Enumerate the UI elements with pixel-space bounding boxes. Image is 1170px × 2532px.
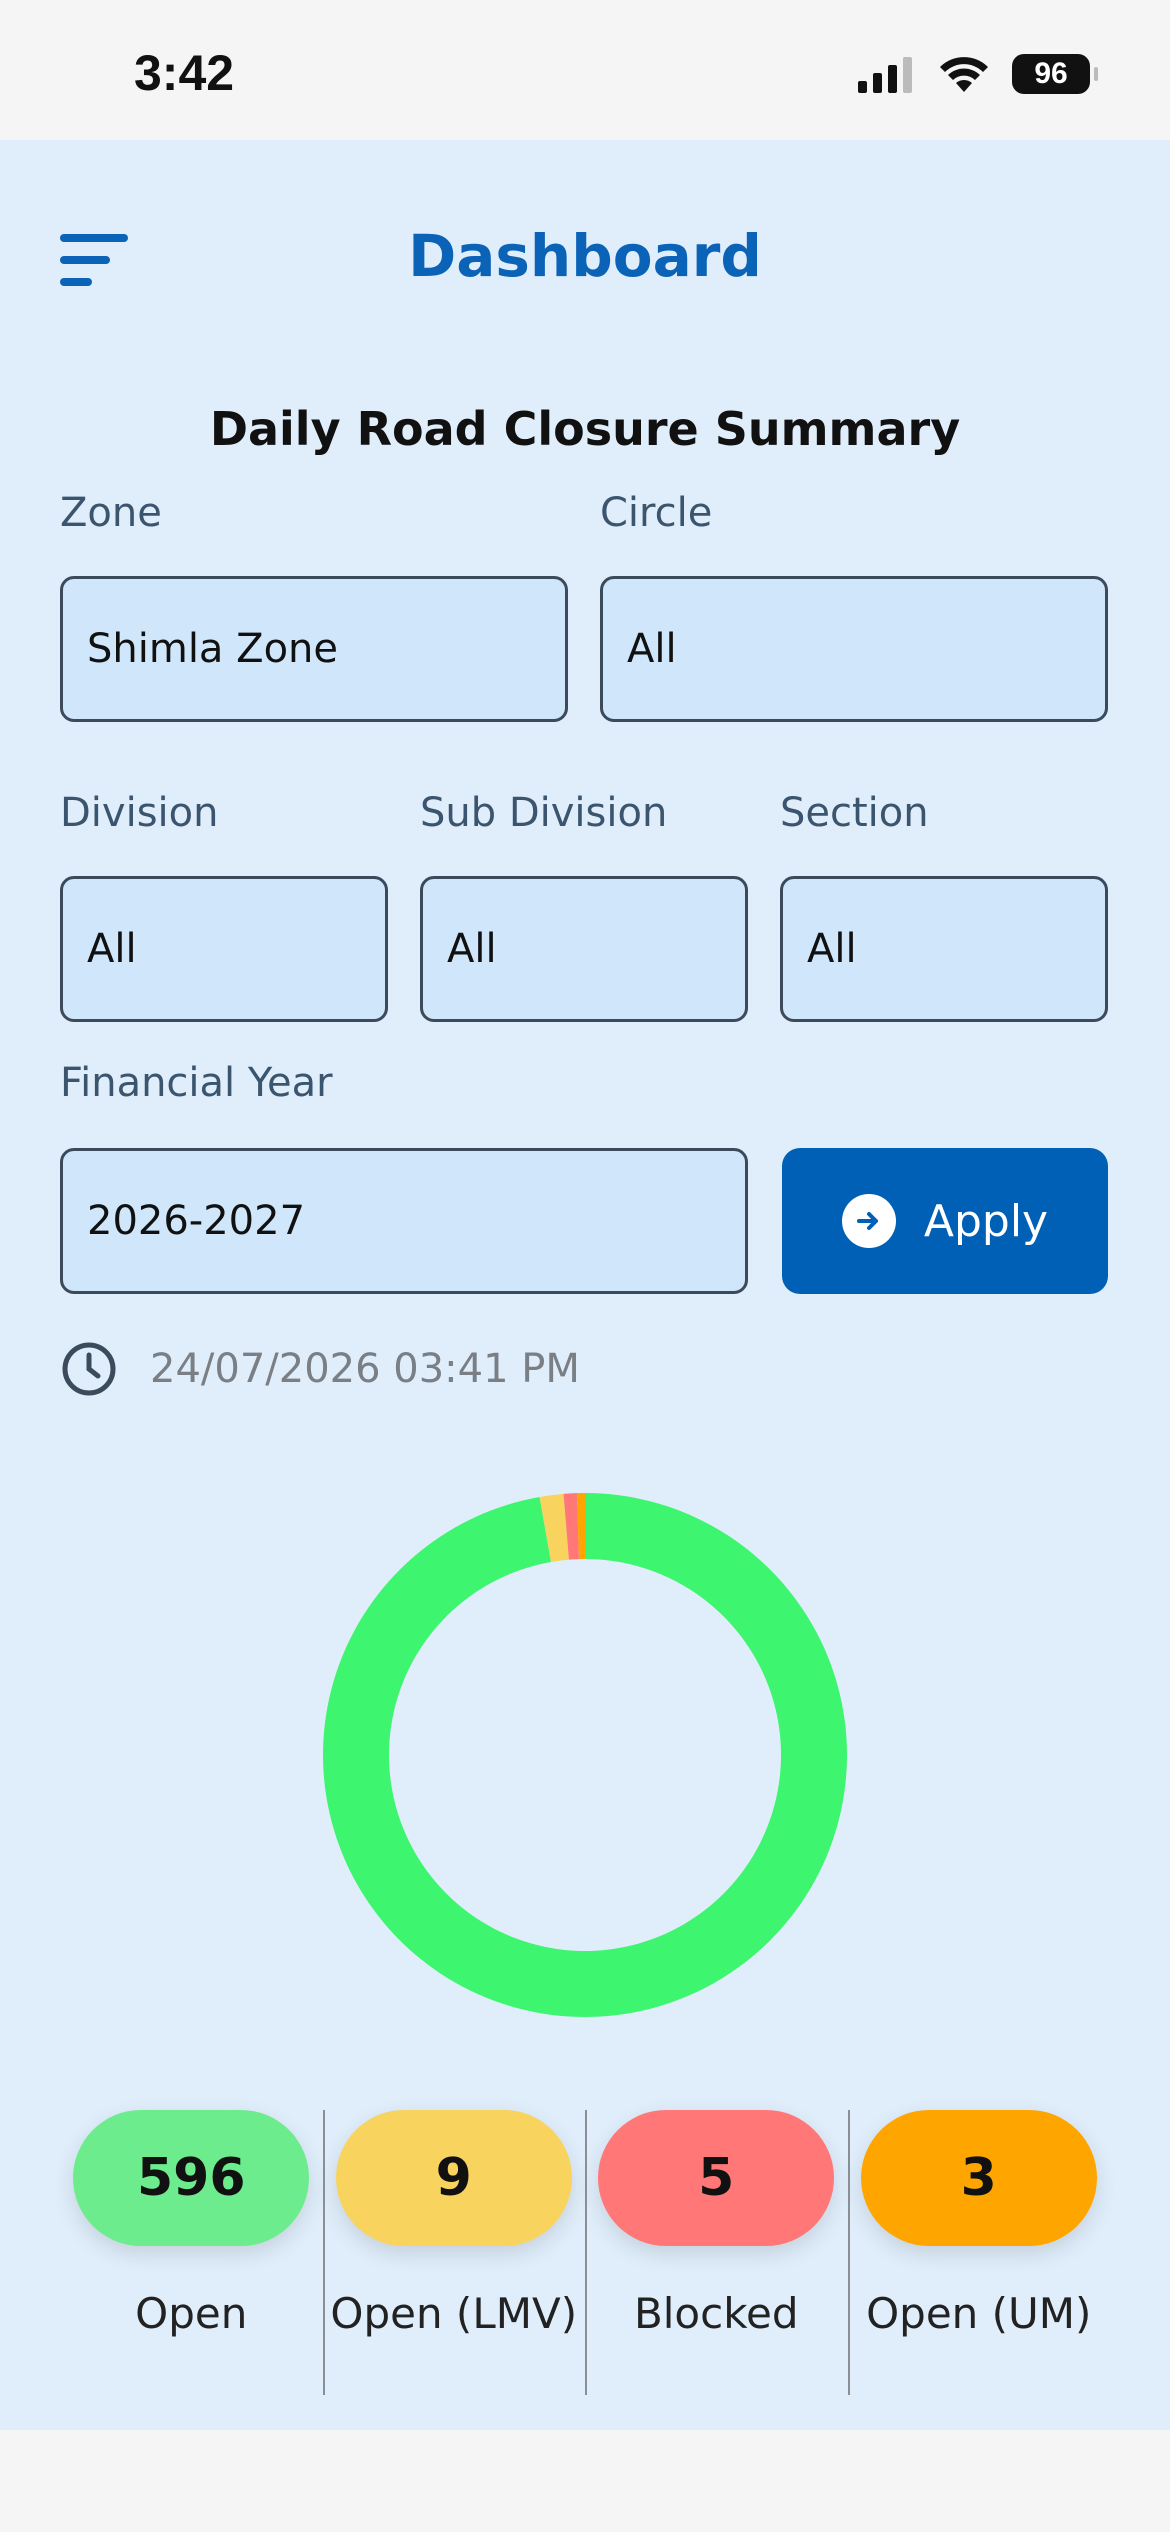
zone-select[interactable]: Shimla Zone (60, 576, 568, 722)
section-label: Section (780, 790, 929, 836)
division-select[interactable]: All (60, 876, 388, 1022)
sub-division-select[interactable]: All (420, 876, 748, 1022)
sub-division-label: Sub Division (420, 790, 668, 836)
apply-button[interactable]: Apply (782, 1148, 1108, 1294)
stat-count-badge[interactable]: 3 (860, 2110, 1097, 2246)
stat-count-badge[interactable]: 9 (335, 2110, 572, 2246)
stat-item: 5 Blocked (585, 2110, 848, 2410)
clock-icon (62, 1342, 116, 1396)
bottom-safe-area (0, 2430, 1170, 2532)
last-updated-row: 24/07/2026 03:41 PM (60, 1340, 580, 1398)
battery-icon: 96 (1012, 54, 1098, 94)
zone-label: Zone (60, 490, 162, 536)
stat-label: Open (135, 2289, 248, 2338)
page-title: Dashboard (408, 222, 762, 290)
stat-item: 596 Open (60, 2110, 323, 2410)
status-bar: 3:42 96 (0, 0, 1170, 140)
summary-card: Daily Road Closure Summary Zone Shimla Z… (0, 380, 1170, 2430)
stat-label: Blocked (633, 2289, 799, 2338)
apply-label: Apply (923, 1195, 1049, 1247)
financial-year-select[interactable]: 2026-2027 (60, 1148, 748, 1294)
summary-title: Daily Road Closure Summary (209, 402, 961, 456)
stat-item: 9 Open (LMV) (322, 2110, 586, 2410)
stat-label: Open (UM) (866, 2289, 1092, 2338)
stat-item: 3 Open (UM) (847, 2110, 1111, 2410)
financial-year-label: Financial Year (60, 1060, 333, 1106)
app-screen: Dashboard Daily Road Closure Summary Zon… (0, 140, 1170, 2430)
status-summary-row: 596 Open 9 Open (LMV) 5 Blocked 3 Open (UM) (60, 2110, 1110, 2410)
stat-label: Open (LMV) (330, 2289, 578, 2338)
road-status-donut-chart (323, 1493, 847, 2017)
circle-label: Circle (600, 490, 713, 536)
division-label: Division (60, 790, 219, 836)
status-icons: 96 (856, 54, 1098, 94)
donut-slice-open (323, 1493, 847, 2017)
last-updated-time: 24/07/2026 03:41 PM (150, 1346, 580, 1392)
stat-count-badge[interactable]: 5 (598, 2110, 835, 2246)
section-select[interactable]: All (780, 876, 1108, 1022)
circle-select[interactable]: All (600, 576, 1108, 722)
status-time: 3:42 (134, 45, 235, 101)
wifi-icon (940, 57, 988, 92)
arrow-right-circle-icon (841, 1194, 896, 1248)
signal-icon (858, 57, 912, 93)
stat-count-badge[interactable]: 596 (73, 2110, 310, 2246)
